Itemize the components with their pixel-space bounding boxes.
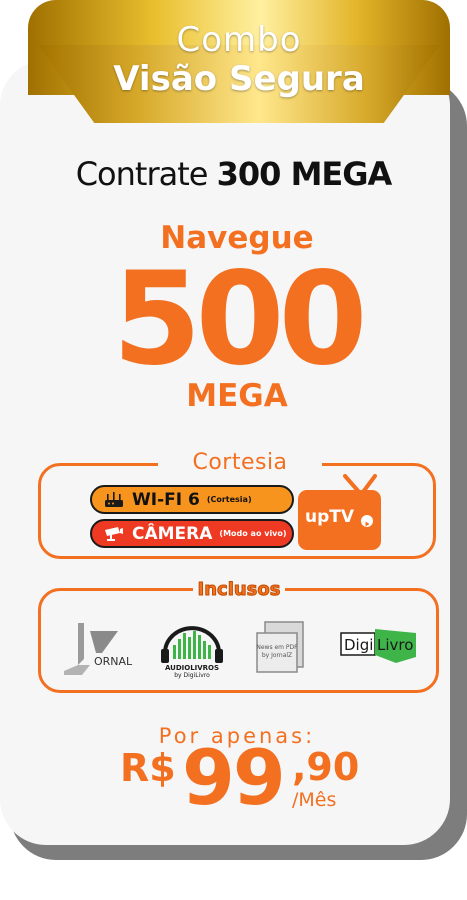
newspdf-sub: by JornalZ <box>262 652 292 659</box>
banner-line1: Combo <box>176 20 302 60</box>
camera-icon <box>105 526 123 541</box>
included-label: Inclusos <box>193 578 285 602</box>
wifi6-title: WI-FI 6 <box>132 489 200 510</box>
price-currency: R$ <box>120 746 176 790</box>
digilivro-logo: Digi Livro <box>340 629 416 663</box>
jornalz-logo: ORNAL <box>64 623 133 675</box>
camera-title: CÂMERA <box>132 523 213 544</box>
headline-speed: 300 MEGA <box>216 155 393 193</box>
camera-badge: CÂMERA (Modo ao vivo) <box>90 519 294 548</box>
newspdf-logo: News em PDF by JornalZ <box>256 621 304 673</box>
courtesy-label: Cortesia <box>158 449 322 477</box>
price-whole: 99 <box>182 733 286 822</box>
camera-note: (Modo ao vivo) <box>219 528 287 538</box>
wifi6-badge: WI-FI 6 (Cortesia) <box>90 485 294 514</box>
jornalz-text: ORNAL <box>94 655 133 668</box>
offer-number: 500 <box>112 245 367 394</box>
wifi6-note: (Cortesia) <box>206 494 252 504</box>
offer-unit: MEGA <box>186 378 288 414</box>
banner-title: Visão Segura <box>113 59 365 99</box>
headline-prefix: Contrate <box>75 155 209 193</box>
play-icon <box>361 515 373 527</box>
router-icon <box>105 491 123 507</box>
headline: Contrate 300 MEGA <box>0 152 467 196</box>
audiolivros-text: AUDIOLIVROS <box>165 664 219 672</box>
price-cents: ,90 <box>292 745 360 789</box>
audiolivros-sub: by DigiLivro <box>174 672 210 679</box>
audiolivros-logo: AUDIOLIVROS by DigiLivro <box>161 626 223 679</box>
digilivro-text2: Livro <box>377 636 413 654</box>
uptv-logo-text: upTV <box>305 507 355 527</box>
digilivro-text: Digi <box>344 636 373 654</box>
price-period: /Mês <box>292 789 337 811</box>
newspdf-text: News em PDF <box>256 644 298 651</box>
